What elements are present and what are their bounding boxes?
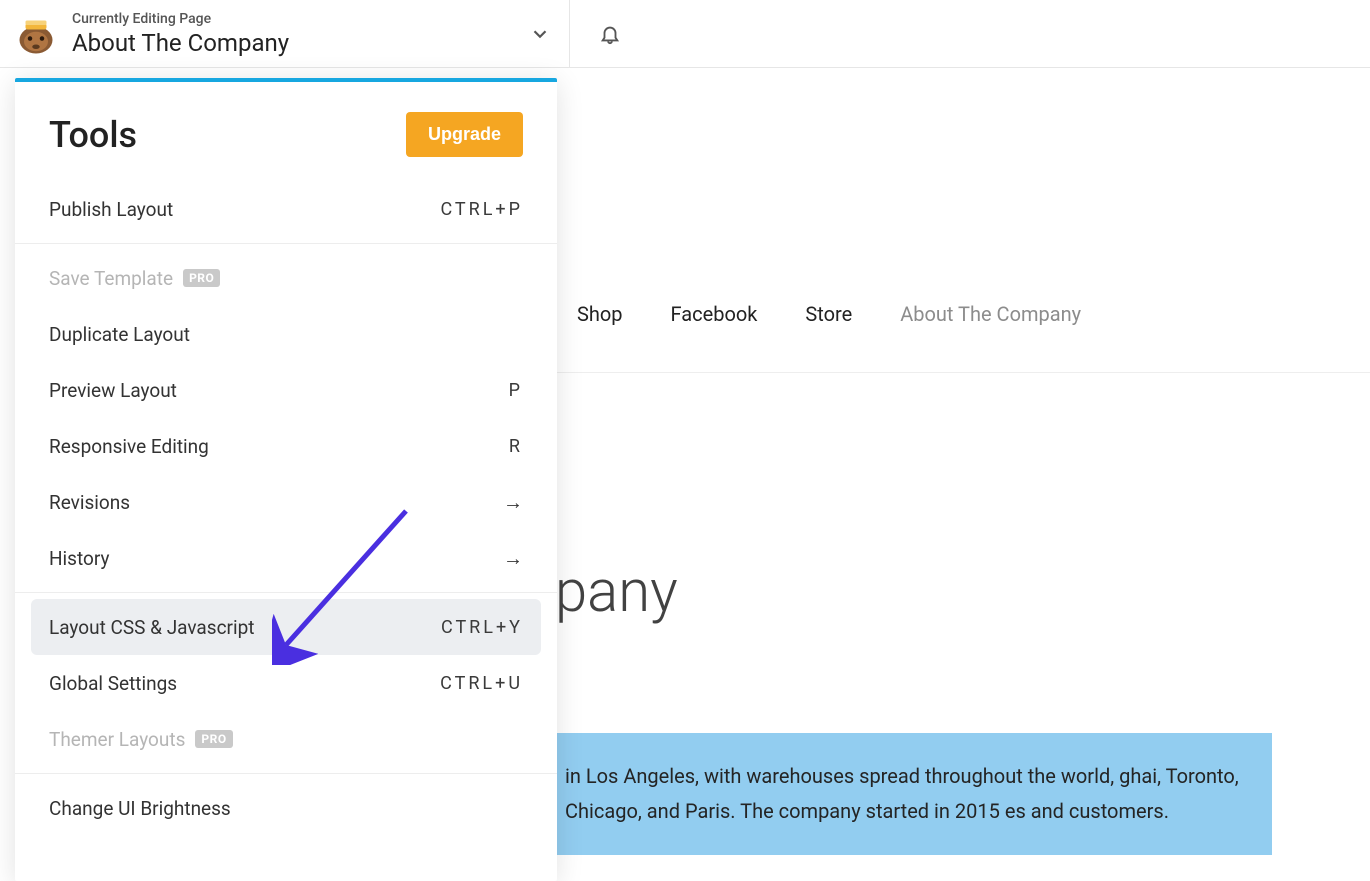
app-logo <box>0 10 72 58</box>
menu-shortcut: CTRL+Y <box>441 617 523 638</box>
menu-separator <box>15 243 557 244</box>
menu-layout-css-js[interactable]: Layout CSS & Javascript CTRL+Y <box>31 599 541 655</box>
menu-save-template[interactable]: Save Template PRO <box>15 250 557 306</box>
bell-icon <box>599 23 621 45</box>
topbar: Currently Editing Page About The Company <box>0 0 1370 68</box>
menu-global-settings[interactable]: Global Settings CTRL+U <box>15 655 557 711</box>
menu-label: Preview Layout <box>49 379 177 402</box>
submenu-arrow-icon: → <box>503 490 523 515</box>
notifications-button[interactable] <box>580 0 640 68</box>
menu-shortcut: P <box>509 380 523 401</box>
menu-separator <box>15 773 557 774</box>
pro-badge: PRO <box>183 269 220 287</box>
upgrade-button[interactable]: Upgrade <box>406 112 523 157</box>
editing-eyebrow: Currently Editing Page <box>72 11 289 27</box>
menu-separator <box>15 592 557 593</box>
menu-themer-layouts[interactable]: Themer Layouts PRO <box>15 711 557 767</box>
menu-label: Duplicate Layout <box>49 323 190 346</box>
panel-caret-icon <box>518 78 542 80</box>
menu-publish-layout[interactable]: Publish Layout CTRL+P <box>15 181 557 237</box>
tools-panel-scroll[interactable]: Tools Upgrade Publish Layout CTRL+P Save… <box>15 82 557 881</box>
menu-responsive-editing[interactable]: Responsive Editing R <box>15 418 557 474</box>
nav-about[interactable]: About The Company <box>900 302 1081 326</box>
menu-label: Publish Layout <box>49 198 173 221</box>
site-preview: Shop Facebook Store About The Company pa… <box>555 68 1370 881</box>
menu-label: History <box>49 547 109 570</box>
menu-label: Save Template <box>49 267 173 290</box>
chevron-down-icon <box>529 23 551 45</box>
menu-shortcut: CTRL+P <box>440 199 523 220</box>
nav-store[interactable]: Store <box>805 302 852 326</box>
editing-page-title: About The Company <box>72 29 289 57</box>
page-identity[interactable]: Currently Editing Page About The Company <box>72 11 289 57</box>
pro-badge: PRO <box>195 730 232 748</box>
page-body-text[interactable]: in Los Angeles, with warehouses spread t… <box>555 733 1272 855</box>
menu-duplicate-layout[interactable]: Duplicate Layout <box>15 306 557 362</box>
beaver-icon <box>12 10 60 58</box>
menu-label: Change UI Brightness <box>49 797 231 820</box>
menu-revisions[interactable]: Revisions → <box>15 474 557 530</box>
menu-label: Layout CSS & Javascript <box>49 616 254 639</box>
menu-preview-layout[interactable]: Preview Layout P <box>15 362 557 418</box>
submenu-arrow-icon: → <box>503 546 523 571</box>
menu-history[interactable]: History → <box>15 530 557 586</box>
page-menu-toggle[interactable] <box>510 0 570 68</box>
menu-label: Responsive Editing <box>49 435 209 458</box>
menu-shortcut: R <box>509 436 523 457</box>
nav-facebook[interactable]: Facebook <box>671 302 758 326</box>
menu-change-ui-brightness[interactable]: Change UI Brightness <box>15 780 557 836</box>
tools-panel: Tools Upgrade Publish Layout CTRL+P Save… <box>15 78 557 881</box>
tools-panel-title: Tools <box>49 114 137 156</box>
menu-label: Themer Layouts <box>49 728 185 751</box>
nav-shop[interactable]: Shop <box>577 302 623 326</box>
menu-label: Revisions <box>49 491 130 514</box>
menu-label: Global Settings <box>49 672 177 695</box>
menu-shortcut: CTRL+U <box>440 673 523 694</box>
page-heading-fragment: pany <box>555 558 678 626</box>
site-nav: Shop Facebook Store About The Company <box>555 68 1370 373</box>
